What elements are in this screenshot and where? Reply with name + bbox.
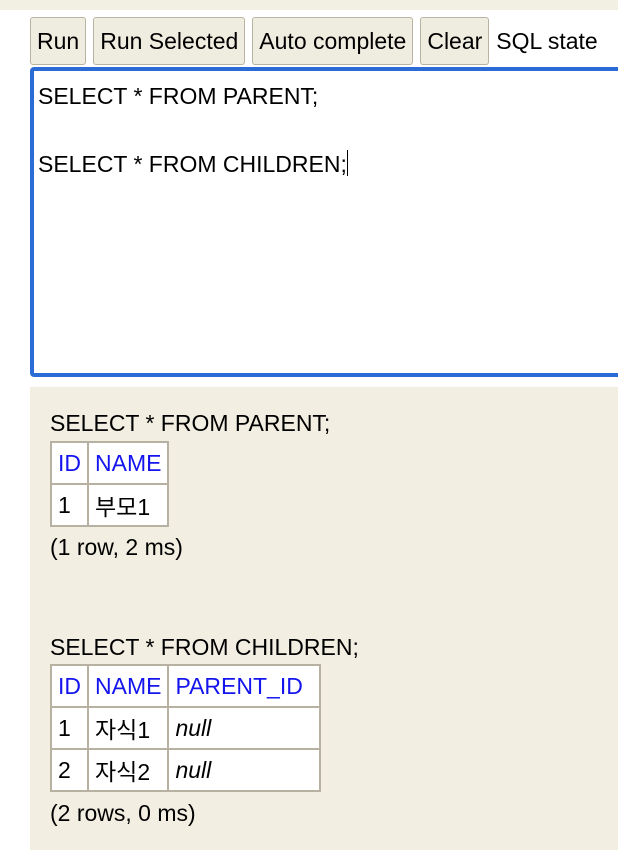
column-header[interactable]: NAME: [86, 441, 170, 485]
auto-complete-button[interactable]: Auto complete: [252, 17, 414, 65]
column-header[interactable]: ID: [50, 664, 89, 708]
table-cell: 1: [50, 706, 89, 750]
table-row: 2 자식2 null: [50, 748, 322, 792]
editor-line-text: SELECT * FROM CHILDREN;: [38, 151, 347, 177]
result-table-children: ID NAME PARENT_ID 1 자식1 null 2 자식2 null: [50, 664, 322, 792]
sql-statement-label: SQL state: [496, 28, 598, 54]
table-cell: 1: [50, 483, 89, 527]
table-header-row: ID NAME PARENT_ID: [50, 664, 322, 708]
editor-line: SELECT * FROM PARENT;: [38, 83, 319, 109]
result-statement: SELECT * FROM PARENT;: [50, 410, 331, 436]
column-header[interactable]: NAME: [86, 664, 170, 708]
top-strip: [0, 0, 618, 10]
table-cell: 자식1: [86, 706, 170, 750]
toolbar: Run Run Selected Auto complete Clear SQL…: [30, 17, 598, 67]
clear-button[interactable]: Clear: [420, 17, 490, 65]
text-caret: [346, 150, 348, 176]
editor-line-last: SELECT * FROM CHILDREN;: [38, 147, 618, 181]
table-row: 1 부모1: [50, 483, 170, 527]
table-cell-null: null: [167, 748, 322, 792]
result-statement: SELECT * FROM CHILDREN;: [50, 634, 359, 660]
table-cell: 2: [50, 748, 89, 792]
column-header[interactable]: ID: [50, 441, 89, 485]
sql-editor[interactable]: SELECT * FROM PARENT; SELECT * FROM CHIL…: [30, 67, 618, 377]
table-cell: 자식2: [86, 748, 170, 792]
table-header-row: ID NAME: [50, 441, 170, 485]
table-cell: 부모1: [86, 483, 170, 527]
table-row: 1 자식1 null: [50, 706, 322, 750]
run-button[interactable]: Run: [30, 17, 87, 65]
result-table-parent: ID NAME 1 부모1: [50, 441, 170, 527]
table-cell-null: null: [167, 706, 322, 750]
run-selected-button[interactable]: Run Selected: [93, 17, 246, 65]
result-summary: (1 row, 2 ms): [50, 534, 183, 560]
result-summary: (2 rows, 0 ms): [50, 800, 196, 826]
results-panel: SELECT * FROM PARENT; ID NAME 1 부모1 (1 r…: [30, 387, 618, 850]
column-header[interactable]: PARENT_ID: [167, 664, 322, 708]
